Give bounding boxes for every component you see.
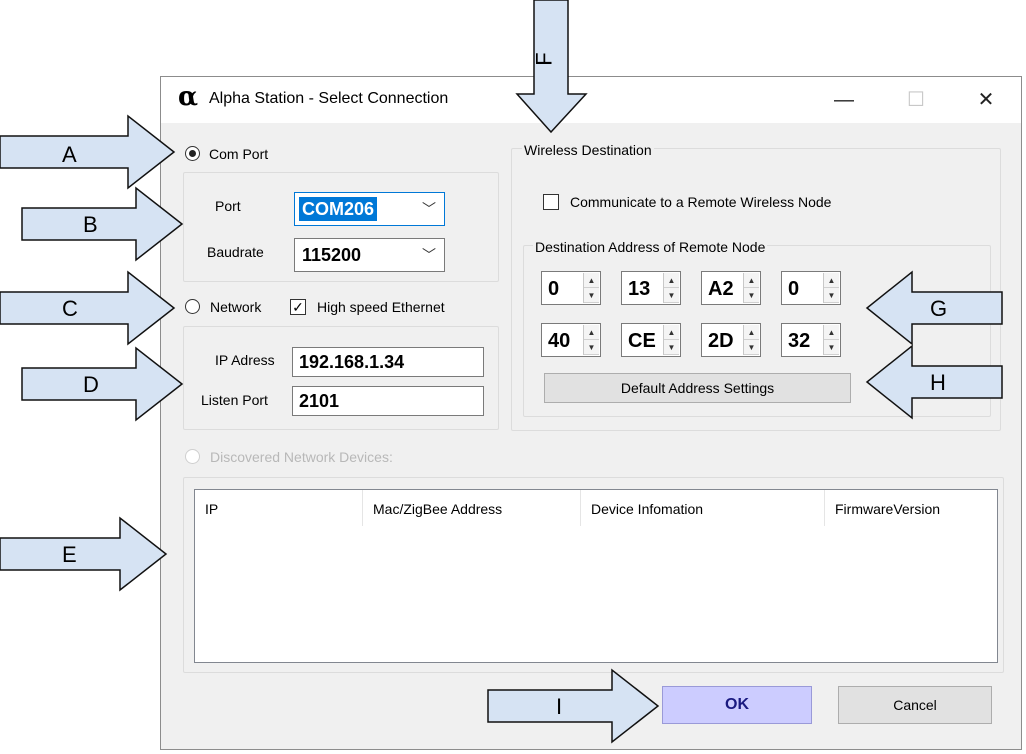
callout-label-i: I [556,694,563,719]
address-byte-spinner[interactable]: CE ▲ ▼ [621,323,681,357]
ok-button[interactable]: OK [662,686,812,724]
callout-label-f: F [531,52,557,66]
network-label: Network [210,299,262,315]
remote-node-checkbox[interactable] [543,194,559,210]
address-byte-value: A2 [708,278,734,300]
network-radio[interactable] [185,299,200,314]
spin-up-icon[interactable]: ▲ [824,273,839,288]
discovered-devices-label: Discovered Network Devices: [210,449,393,465]
address-byte-spinner[interactable]: 2D ▲ ▼ [701,323,761,357]
column-header-mac[interactable]: Mac/ZigBee Address [363,490,581,526]
spin-down-icon[interactable]: ▼ [744,340,759,355]
minimize-button[interactable]: — [821,77,867,123]
baudrate-label: Baudrate [207,244,264,260]
spin-buttons: ▲ ▼ [583,273,599,303]
chevron-down-icon: ﹀ [422,201,436,217]
address-byte-value: 2D [708,330,734,352]
com-port-radio[interactable] [185,146,200,161]
callout-label-c: C [62,296,78,321]
cancel-button[interactable]: Cancel [838,686,992,724]
address-byte-value: 0 [788,278,800,300]
address-byte-spinner[interactable]: 0 ▲ ▼ [541,271,601,305]
port-value: COM206 [299,197,378,221]
high-speed-ethernet-checkbox[interactable]: ✓ [290,299,306,315]
spin-buttons: ▲ ▼ [663,325,679,355]
close-button[interactable]: ✕ [963,77,1009,123]
callout-label-d: D [83,372,99,397]
spin-up-icon[interactable]: ▲ [584,325,599,340]
callout-label-a: A [62,142,77,167]
default-address-button[interactable]: Default Address Settings [544,373,851,403]
address-byte-spinner[interactable]: 40 ▲ ▼ [541,323,601,357]
column-header-ip[interactable]: IP [195,490,363,526]
high-speed-ethernet-label: High speed Ethernet [317,299,445,315]
title-bar: α Alpha Station - Select Connection — ☐ … [161,77,1021,123]
callout-arrow-d [21,346,184,422]
spin-buttons: ▲ ▼ [583,325,599,355]
ip-address-label: IP Adress [215,352,275,368]
devices-table[interactable]: IP Mac/ZigBee Address Device Infomation … [194,489,998,663]
callout-arrow-i [487,668,660,744]
window-title: Alpha Station - Select Connection [209,90,449,107]
spin-up-icon[interactable]: ▲ [664,273,679,288]
address-byte-value: CE [628,330,656,352]
spin-down-icon[interactable]: ▼ [584,340,599,355]
spin-down-icon[interactable]: ▼ [584,288,599,303]
callout-arrow-e [0,516,168,592]
discovered-devices-radio [185,449,200,464]
callout-label-e: E [62,542,77,567]
address-byte-value: 40 [548,330,571,352]
address-byte-value: 32 [788,330,811,352]
spin-buttons: ▲ ▼ [823,325,839,355]
address-byte-value: 13 [628,278,651,300]
address-byte-spinner[interactable]: 13 ▲ ▼ [621,271,681,305]
address-byte-value: 0 [548,278,560,300]
column-header-device-info[interactable]: Device Infomation [581,490,825,526]
spin-down-icon[interactable]: ▼ [824,340,839,355]
address-byte-spinner[interactable]: A2 ▲ ▼ [701,271,761,305]
spin-buttons: ▲ ▼ [743,325,759,355]
callout-arrow-f [515,0,588,134]
remote-node-label: Communicate to a Remote Wireless Node [570,194,832,210]
com-port-label: Com Port [209,146,269,162]
callout-arrow-c [0,270,176,346]
callout-label-b: B [83,212,98,237]
alpha-icon: α [178,82,199,112]
spin-up-icon[interactable]: ▲ [664,325,679,340]
spin-buttons: ▲ ▼ [663,273,679,303]
callout-label-h: H [930,370,946,395]
spin-down-icon[interactable]: ▼ [664,288,679,303]
spin-buttons: ▲ ▼ [823,273,839,303]
column-header-firmware[interactable]: FirmwareVersion [825,490,997,526]
ip-address-input[interactable]: 192.168.1.34 [292,347,484,377]
callout-label-g: G [930,296,948,321]
spin-up-icon[interactable]: ▲ [744,325,759,340]
spin-down-icon[interactable]: ▼ [664,340,679,355]
address-byte-spinner[interactable]: 0 ▲ ▼ [781,271,841,305]
listen-port-label: Listen Port [201,392,268,408]
baudrate-value: 115200 [302,245,362,265]
spin-down-icon[interactable]: ▼ [744,288,759,303]
callout-arrow-a [0,114,176,190]
spin-up-icon[interactable]: ▲ [744,273,759,288]
checkmark-icon: ✓ [292,299,304,315]
maximize-button: ☐ [907,89,925,111]
port-label: Port [215,198,241,214]
baudrate-select[interactable]: 115200 ﹀ [294,238,445,272]
spin-down-icon[interactable]: ▼ [824,288,839,303]
callout-arrow-b [21,186,184,262]
listen-port-input[interactable]: 2101 [292,386,484,416]
spin-up-icon[interactable]: ▲ [584,273,599,288]
address-byte-spinner[interactable]: 32 ▲ ▼ [781,323,841,357]
port-select[interactable]: COM206 ﹀ [294,192,445,226]
chevron-down-icon: ﹀ [422,247,436,263]
spin-up-icon[interactable]: ▲ [824,325,839,340]
spin-buttons: ▲ ▼ [743,273,759,303]
wireless-destination-label: Wireless Destination [522,142,654,158]
destination-address-label: Destination Address of Remote Node [533,239,768,255]
